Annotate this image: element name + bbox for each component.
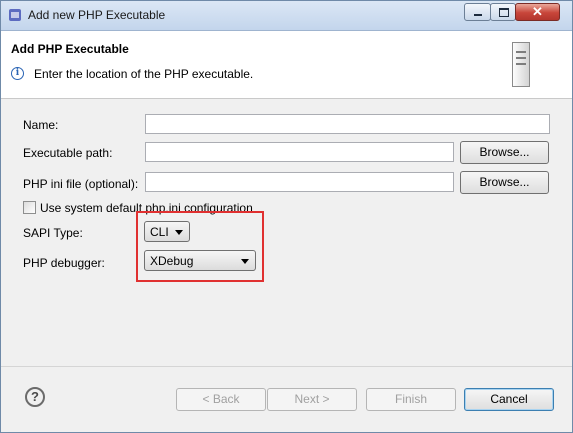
- header-message: Enter the location of the PHP executable…: [34, 67, 254, 81]
- window-title: Add new PHP Executable: [28, 8, 166, 22]
- system-default-ini-checkbox[interactable]: [23, 201, 36, 214]
- page-title: Add PHP Executable: [11, 42, 129, 56]
- back-button[interactable]: < Back: [176, 388, 266, 411]
- close-icon[interactable]: ✕: [515, 3, 560, 21]
- php-icon: [9, 9, 21, 21]
- title-bar[interactable]: Add new PHP Executable ✕: [1, 1, 572, 31]
- help-icon[interactable]: ?: [25, 387, 45, 407]
- browse-ini-button[interactable]: Browse...: [460, 171, 549, 194]
- dialog-window: Add new PHP Executable ✕ Add PHP Executa…: [0, 0, 573, 433]
- browse-executable-button[interactable]: Browse...: [460, 141, 549, 164]
- name-field[interactable]: [145, 114, 550, 134]
- sapi-type-label: SAPI Type:: [23, 226, 83, 240]
- finish-button[interactable]: Finish: [366, 388, 456, 411]
- server-icon: [512, 42, 530, 87]
- cancel-button[interactable]: Cancel: [464, 388, 554, 411]
- name-label: Name:: [23, 118, 59, 132]
- php-ini-label: PHP ini file (optional):: [23, 177, 139, 191]
- executable-path-field[interactable]: [145, 142, 454, 162]
- php-ini-field[interactable]: [145, 172, 454, 192]
- footer-separator: [1, 366, 572, 367]
- executable-path-label: Executable path:: [23, 146, 113, 160]
- wizard-header: Add PHP Executable i Enter the location …: [1, 31, 572, 99]
- info-icon: i: [11, 67, 24, 80]
- maximize-icon[interactable]: [490, 3, 516, 21]
- minimize-icon[interactable]: [464, 3, 491, 21]
- php-debugger-label: PHP debugger:: [23, 256, 105, 270]
- highlight-annotation: [136, 211, 264, 282]
- next-button[interactable]: Next >: [267, 388, 357, 411]
